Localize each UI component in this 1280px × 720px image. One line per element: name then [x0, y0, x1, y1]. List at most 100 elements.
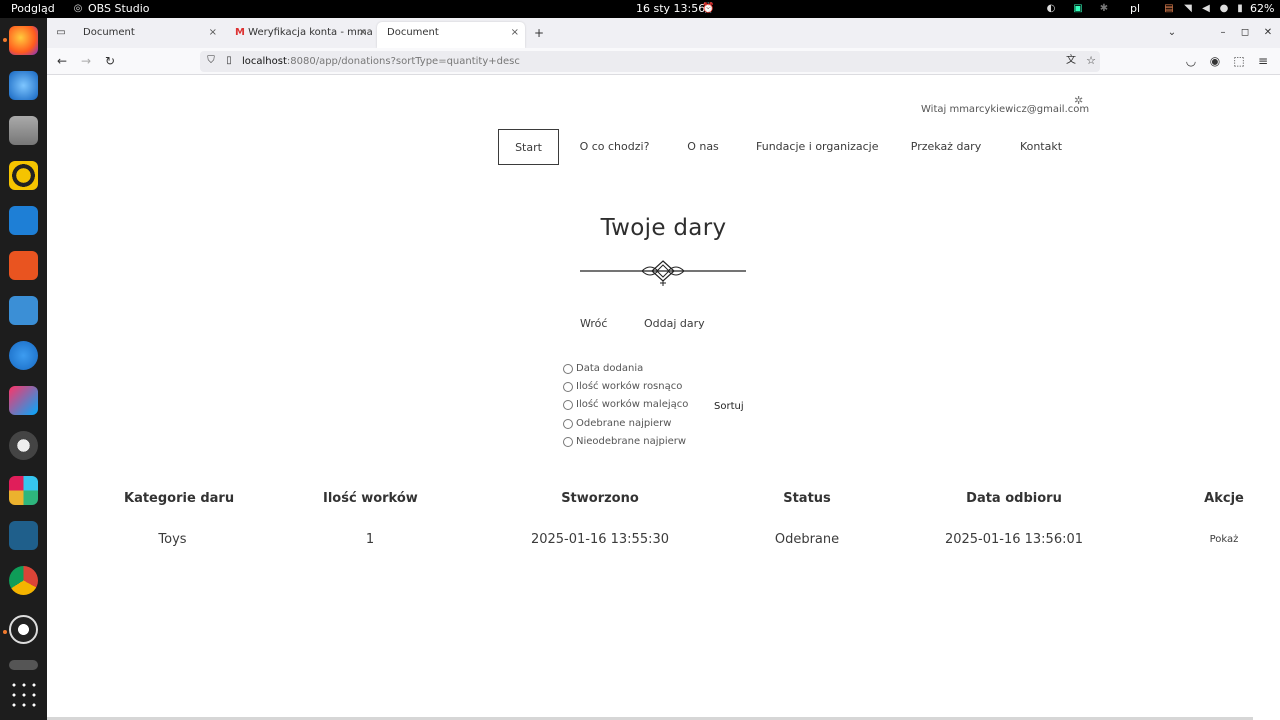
system-top-bar: Podgląd ◎ OBS Studio 16 sty 13:56 ⏰ ◐ ▣ …	[0, 0, 1280, 18]
keyboard-language[interactable]: pl	[1130, 2, 1140, 16]
tab-list-icon[interactable]: ▭	[53, 25, 69, 41]
tab-label: Document	[83, 27, 135, 38]
mysql-workbench-icon[interactable]	[9, 521, 38, 550]
menu-start[interactable]: Start	[498, 129, 559, 165]
url-text: localhost:8080/app/donations?sortType=qu…	[242, 54, 520, 69]
wifi-icon[interactable]: ◥	[1182, 3, 1194, 15]
dock	[0, 18, 47, 720]
tab-document-1[interactable]: Document ×	[73, 22, 223, 48]
translate-icon[interactable]: 文	[1063, 53, 1079, 69]
give-donation-button[interactable]: Oddaj dary	[644, 317, 705, 330]
activities-button[interactable]: Podgląd	[11, 2, 55, 16]
tab-document-active[interactable]: Document ×	[377, 22, 525, 48]
firefox-icon[interactable]	[9, 26, 38, 55]
back-icon[interactable]: ←	[54, 53, 70, 69]
radio-label: Ilość worków malejąco	[576, 399, 689, 410]
close-icon[interactable]: ×	[209, 22, 217, 44]
menu-donate[interactable]: Przekaż dary	[908, 129, 984, 165]
radio-label: Ilość worków rosnąco	[576, 381, 683, 392]
slack-icon[interactable]	[9, 476, 38, 505]
chrome-icon[interactable]	[9, 566, 38, 595]
menu-about-what[interactable]: O co chodzi?	[574, 129, 655, 165]
alarm-icon: ⏰	[702, 3, 715, 14]
tray-app-icon[interactable]: ▣	[1072, 3, 1084, 15]
cell-status: Odebrane	[774, 532, 840, 547]
tab-gmail[interactable]: M Weryfikacja konta - mmarc ×	[225, 22, 373, 48]
radio-button[interactable]	[563, 419, 573, 429]
running-indicator	[3, 630, 7, 634]
tray-icon[interactable]: ◐	[1045, 3, 1057, 15]
volume-icon[interactable]: ◀	[1200, 3, 1212, 15]
files-icon[interactable]	[9, 116, 38, 145]
tray-app2-icon[interactable]: ▤	[1163, 3, 1175, 15]
rhythmbox-icon[interactable]	[9, 161, 38, 190]
new-tab-button[interactable]: +	[531, 25, 547, 41]
column-header-status: Status	[783, 491, 831, 506]
sort-button[interactable]: Sortuj	[714, 401, 744, 412]
shield-icon[interactable]: ⛉	[203, 53, 219, 69]
software-updater-icon[interactable]	[9, 431, 38, 460]
intellij-icon[interactable]	[9, 386, 38, 415]
account-icon[interactable]: ◉	[1207, 53, 1223, 69]
bluetooth-icon[interactable]: ✱	[1098, 3, 1110, 15]
window-close-icon[interactable]: ✕	[1260, 25, 1276, 41]
radio-label: Odebrane najpierw	[576, 418, 672, 429]
pocket-icon[interactable]: ◡	[1183, 53, 1199, 69]
user-greeting: Witaj mmarcykiewicz@gmail.com	[921, 104, 1090, 115]
show-details-button[interactable]: Pokaż	[1199, 534, 1249, 545]
extensions-icon[interactable]: ⬚	[1231, 53, 1247, 69]
page-title: Twoje dary	[600, 215, 727, 241]
radio-label: Data dodania	[576, 363, 644, 374]
page-icon[interactable]: ▯	[221, 53, 237, 69]
menu-icon[interactable]: ≡	[1255, 53, 1271, 69]
cell-created: 2025-01-16 13:55:30	[530, 532, 670, 547]
focused-app-name[interactable]: OBS Studio	[88, 2, 150, 16]
url-host: localhost	[242, 56, 287, 67]
navigation-toolbar: ← → ↻ ⛉ ▯ localhost:8080/app/donations?s…	[47, 48, 1280, 75]
forward-icon[interactable]: →	[78, 53, 94, 69]
thunderbird-icon[interactable]	[9, 71, 38, 100]
back-button[interactable]: Wróć	[580, 317, 607, 330]
tab-label: Document	[387, 27, 439, 38]
url-bar[interactable]: ⛉ ▯ localhost:8080/app/donations?sortTyp…	[200, 51, 1100, 72]
dock-separator-app[interactable]	[9, 660, 38, 670]
writer-icon[interactable]	[9, 206, 38, 235]
gear-icon[interactable]: ✲	[1074, 94, 1083, 107]
help-icon[interactable]	[9, 341, 38, 370]
radio-button[interactable]	[563, 400, 573, 410]
clock[interactable]: 16 sty 13:56	[636, 2, 705, 16]
battery-level[interactable]: 62%	[1250, 2, 1274, 16]
close-icon[interactable]: ×	[511, 22, 519, 44]
gmail-icon: M	[235, 27, 245, 38]
menu-about-us[interactable]: O nas	[679, 129, 727, 165]
reload-icon[interactable]: ↻	[102, 53, 118, 69]
radio-button[interactable]	[563, 364, 573, 374]
radio-button[interactable]	[563, 382, 573, 392]
minimize-icon[interactable]: –	[1215, 25, 1231, 41]
radio-button[interactable]	[563, 437, 573, 447]
maximize-icon[interactable]: ◻	[1237, 25, 1253, 41]
column-header-actions: Akcje	[1204, 491, 1244, 506]
battery-icon[interactable]: ▮	[1234, 3, 1246, 15]
column-header-created: Stworzono	[561, 491, 639, 506]
obs-dock-icon[interactable]	[9, 615, 38, 644]
menu-contact[interactable]: Kontakt	[1015, 129, 1067, 165]
url-path: :8080/app/donations?sortType=quantity+de…	[286, 56, 520, 67]
close-icon[interactable]: ×	[359, 22, 367, 44]
ornament-divider-icon	[580, 260, 746, 286]
text-editor-icon[interactable]	[9, 296, 38, 325]
list-all-tabs-icon[interactable]: ⌄	[1164, 25, 1180, 41]
page-content: Witaj mmarcykiewicz@gmail.com ✲ Start O …	[47, 75, 1280, 720]
bookmark-star-icon[interactable]: ☆	[1083, 53, 1099, 69]
cell-quantity: 1	[365, 532, 375, 547]
tab-label: Weryfikacja konta - mmarc	[248, 27, 373, 38]
column-header-pickup-date: Data odbioru	[966, 491, 1062, 506]
app-center-icon[interactable]	[9, 251, 38, 280]
microphone-icon[interactable]: ●	[1218, 3, 1230, 15]
show-apps-icon[interactable]	[9, 680, 38, 709]
menu-foundations[interactable]: Fundacje i organizacje	[756, 129, 879, 165]
obs-app-icon: ◎	[73, 3, 83, 14]
column-header-category: Kategorie daru	[124, 491, 235, 506]
cell-category: Toys	[158, 532, 187, 547]
tab-strip: ▭ Document × M Weryfikacja konta - mmarc…	[47, 18, 1280, 48]
